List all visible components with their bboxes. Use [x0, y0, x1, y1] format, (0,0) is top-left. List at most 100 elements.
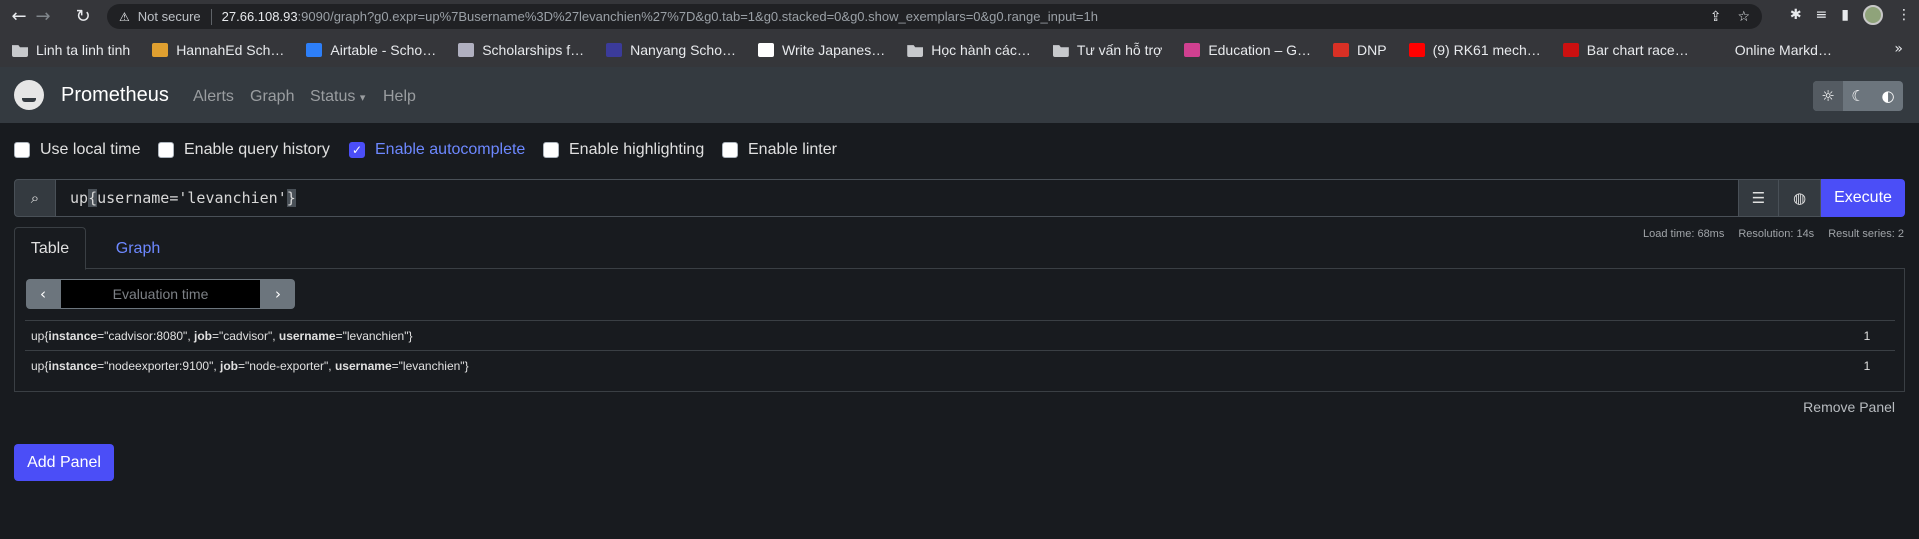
search-icon: ⌕ — [14, 179, 56, 217]
nav-graph[interactable]: Graph — [250, 88, 294, 106]
option-use-local-time[interactable]: Use local time — [14, 141, 140, 159]
bookmark-item[interactable]: Education – G… — [1184, 42, 1311, 58]
ja-logo-icon — [757, 43, 774, 57]
extensions-icon[interactable]: ✱ — [1790, 7, 1802, 23]
bookmark-item[interactable]: Linh ta linh tinh — [12, 42, 130, 58]
chevron-right-icon[interactable]: › — [261, 279, 295, 309]
add-panel-button[interactable]: Add Panel — [14, 444, 114, 481]
tab-graph[interactable]: Graph — [86, 227, 190, 270]
bookmark-item[interactable]: DNP — [1333, 42, 1387, 58]
brand-title[interactable]: Prometheus — [61, 84, 169, 107]
remove-panel-link[interactable]: Remove Panel — [1803, 399, 1895, 415]
label-key: username — [334, 358, 392, 373]
metrics-explorer-icon[interactable]: ◍ — [1779, 179, 1821, 217]
reading-list-icon[interactable]: ≡ — [1816, 7, 1828, 23]
crest-logo-icon — [458, 43, 475, 57]
option-label: Enable highlighting — [569, 141, 705, 158]
option-highlighting[interactable]: Enable highlighting — [543, 141, 704, 159]
bookmark-item[interactable]: Bar chart race… — [1562, 42, 1689, 58]
option-autocomplete[interactable]: ✓ Enable autocomplete — [349, 141, 525, 159]
label-key: instance — [48, 328, 98, 343]
label-key: job — [220, 358, 239, 373]
label-key: instance — [48, 358, 98, 373]
sample-value: 1 — [1863, 358, 1871, 373]
record-logo-icon — [1562, 43, 1579, 57]
expr-metric: up — [70, 189, 89, 207]
bookmark-star-icon[interactable]: ☆ — [1737, 9, 1750, 25]
airtable-logo-icon — [306, 43, 323, 57]
nav-status[interactable]: Status ▾ — [310, 88, 365, 106]
label-value: "cadvisor" — [219, 328, 273, 343]
url-host: 27.66.108.93 — [221, 9, 298, 24]
bookmark-item[interactable]: Tư vấn hỗ trợ — [1052, 42, 1163, 58]
security-label: Not secure — [137, 9, 201, 24]
option-linter[interactable]: Enable linter — [722, 141, 837, 159]
divider — [210, 8, 212, 25]
bookmark-label: Bar chart race… — [1586, 42, 1689, 58]
evaluation-time-input[interactable]: Evaluation time — [60, 279, 261, 309]
table-row: up{instance="cadvisor:8080", job="cadvis… — [25, 320, 1895, 350]
label-value: "nodeexporter:9100" — [104, 358, 214, 373]
bookmark-item[interactable]: HannahEd Sch… — [152, 42, 284, 58]
checkbox[interactable] — [722, 142, 738, 158]
expr-matcher: username='levanchien' — [97, 189, 287, 207]
dark-theme-icon[interactable]: ☾ — [1843, 81, 1873, 111]
bookmark-label: Học hành các… — [931, 42, 1031, 58]
label-value: "levanchien" — [342, 328, 409, 343]
prometheus-logo-icon[interactable] — [14, 80, 44, 110]
address-bar[interactable]: ⚠ Not secure 27.66.108.93:9090/graph?g0.… — [107, 4, 1762, 29]
execute-button[interactable]: Execute — [1821, 179, 1905, 217]
bookmark-item[interactable]: Scholarships f… — [458, 42, 584, 58]
nav-alerts[interactable]: Alerts — [193, 88, 234, 106]
tab-table[interactable]: Table — [14, 227, 86, 270]
nav-status-label: Status — [310, 88, 356, 105]
series-name: up{instance="nodeexporter:9100", job="no… — [31, 358, 469, 373]
chevron-left-icon[interactable]: ‹ — [26, 279, 60, 309]
bookmark-item[interactable]: Online Markd… — [1710, 42, 1832, 58]
bookmark-item[interactable]: Write Japanes… — [757, 42, 885, 58]
more-menu-icon[interactable]: ⋮ — [1897, 7, 1911, 23]
browser-toolbar: ← → ↻ ⚠ Not secure 27.66.108.93:9090/gra… — [0, 0, 1919, 33]
prometheus-navbar: Prometheus Alerts Graph Status ▾ Help ☼ … — [0, 67, 1919, 123]
checkbox[interactable] — [14, 142, 30, 158]
bookmark-label: Airtable - Scho… — [330, 42, 437, 58]
bookmarks-overflow-icon[interactable]: » — [1894, 41, 1903, 57]
light-theme-icon[interactable]: ☼ — [1813, 81, 1843, 111]
bookmark-item[interactable]: Nanyang Scho… — [606, 42, 736, 58]
youtube-logo-icon — [1408, 43, 1425, 57]
series-name: up{instance="cadvisor:8080", job="cadvis… — [31, 328, 413, 343]
bookmark-label: Education – G… — [1208, 42, 1312, 58]
nav-help[interactable]: Help — [383, 88, 416, 106]
option-label: Use local time — [40, 141, 141, 158]
warning-icon: ⚠ — [119, 9, 130, 24]
panel-tabs: Table Graph — [14, 227, 1905, 270]
theme-toggle-group: ☼ ☾ ◐ — [1813, 81, 1903, 111]
expr-brace-open: { — [88, 189, 98, 207]
back-icon[interactable]: ← — [6, 3, 32, 29]
checkbox-checked-icon[interactable]: ✓ — [349, 142, 365, 158]
option-query-history[interactable]: Enable query history — [158, 141, 330, 159]
bookmark-item[interactable]: Airtable - Scho… — [306, 42, 436, 58]
bookmark-label: HannahEd Sch… — [176, 42, 285, 58]
bookmark-item[interactable]: (9) RK61 mech… — [1408, 42, 1541, 58]
results-table: up{instance="cadvisor:8080", job="cadvis… — [25, 320, 1895, 380]
profile-avatar[interactable] — [1863, 5, 1883, 25]
forward-icon[interactable]: → — [30, 3, 56, 29]
bookmark-label: DNP — [1357, 42, 1387, 58]
evaluation-time-group: ‹ Evaluation time › — [26, 279, 296, 309]
option-label: Enable autocomplete — [375, 141, 526, 158]
side-panel-icon[interactable]: ▮ — [1841, 7, 1849, 23]
folder-icon — [1052, 45, 1069, 57]
education-logo-icon — [1184, 43, 1201, 57]
checkbox[interactable] — [158, 142, 174, 158]
hannahed-logo-icon — [152, 43, 169, 57]
share-icon[interactable]: ⇪ — [1710, 9, 1722, 25]
bookmark-item[interactable]: Học hành các… — [907, 42, 1031, 58]
bookmark-label: Tư vấn hỗ trợ — [1076, 42, 1163, 58]
checkbox[interactable] — [543, 142, 559, 158]
expression-input[interactable]: up{username='levanchien'} — [56, 179, 1739, 217]
reload-icon[interactable]: ↻ — [70, 3, 96, 29]
dnp-logo-icon — [1333, 43, 1350, 57]
auto-theme-icon[interactable]: ◐ — [1873, 81, 1903, 111]
format-expression-icon[interactable]: ☰ — [1739, 179, 1779, 217]
